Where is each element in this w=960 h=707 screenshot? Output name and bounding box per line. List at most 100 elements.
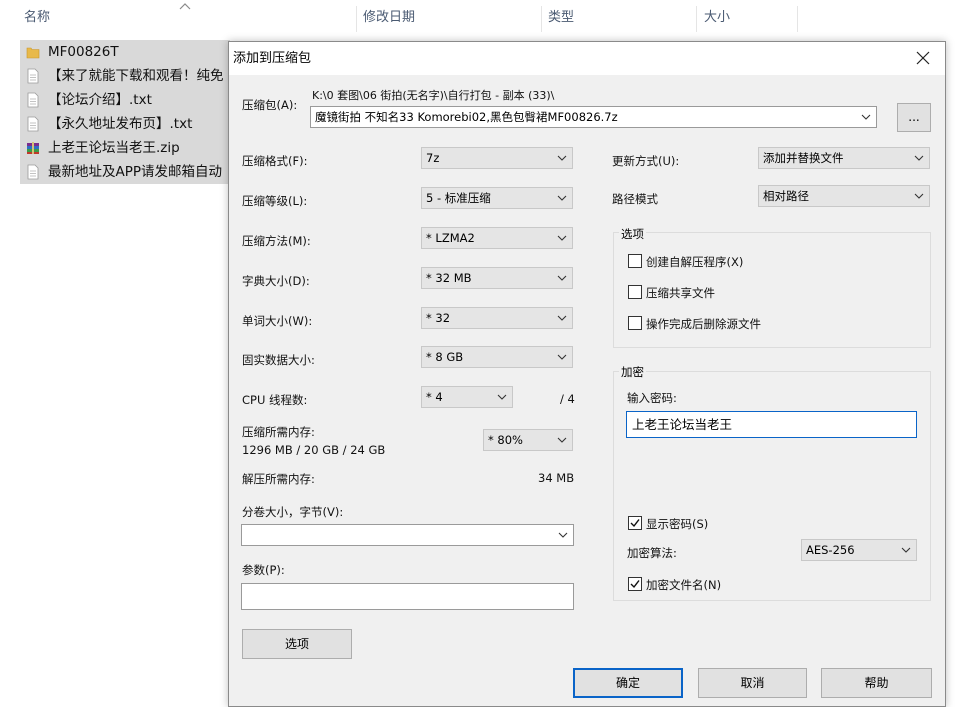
column-modified[interactable]: 修改日期 bbox=[357, 0, 415, 36]
update-mode-value: 添加并替换文件 bbox=[763, 151, 844, 165]
chevron-down-icon bbox=[914, 193, 924, 199]
file-name: 最新地址及APP请发邮箱自动 bbox=[48, 164, 223, 180]
method-value: * LZMA2 bbox=[426, 231, 475, 245]
dictionary-value: * 32 MB bbox=[426, 271, 472, 285]
file-row[interactable]: 最新地址及APP请发邮箱自动 bbox=[20, 160, 230, 184]
add-to-archive-dialog: 添加到压缩包 压缩包(A): K:\0 套图\06 街拍(无名字)\自行打包 -… bbox=[228, 41, 946, 707]
chevron-down-icon bbox=[557, 437, 567, 443]
password-label: 输入密码: bbox=[627, 391, 677, 405]
path-mode-value: 相对路径 bbox=[763, 189, 809, 203]
file-row[interactable]: MF00826T bbox=[20, 40, 230, 64]
cpu-threads-label: CPU 线程数: bbox=[242, 393, 308, 407]
chevron-down-icon bbox=[861, 114, 871, 120]
archive-path: K:\0 套图\06 街拍(无名字)\自行打包 - 副本 (33)\ bbox=[312, 89, 555, 102]
column-name[interactable]: 名称 bbox=[18, 0, 50, 36]
path-mode-combo[interactable]: 相对路径 bbox=[758, 185, 930, 207]
format-label: 压缩格式(F): bbox=[242, 154, 308, 168]
zip-archive-icon bbox=[27, 142, 39, 154]
archive-name-combo[interactable]: 魔镜街拍 不知名33 Komorebi02,黑色包臀裙MF00826.7z bbox=[310, 106, 877, 128]
text-file-icon bbox=[27, 68, 39, 84]
checkmark-icon bbox=[630, 519, 640, 528]
checkmark-icon bbox=[630, 580, 640, 589]
encryption-method-combo[interactable]: AES-256 bbox=[801, 539, 917, 561]
chevron-down-icon bbox=[557, 354, 567, 360]
show-password-label[interactable]: 显示密码(S) bbox=[646, 516, 708, 532]
close-button[interactable] bbox=[901, 42, 945, 75]
cpu-threads-combo[interactable]: * 4 bbox=[421, 386, 513, 408]
level-label: 压缩等级(L): bbox=[242, 194, 308, 208]
chevron-down-icon bbox=[557, 155, 567, 161]
encrypt-filenames-checkbox[interactable] bbox=[628, 577, 642, 591]
memory-label: 压缩所需内存: bbox=[242, 425, 315, 439]
chevron-down-icon bbox=[557, 195, 567, 201]
create-sfx-label[interactable]: 创建自解压程序(X) bbox=[646, 254, 743, 270]
column-size[interactable]: 大小 bbox=[698, 0, 730, 36]
solid-block-label: 固实数据大小: bbox=[242, 353, 315, 367]
memory-percent-combo[interactable]: * 80% bbox=[483, 429, 573, 451]
compress-shared-label[interactable]: 压缩共享文件 bbox=[646, 285, 715, 301]
chevron-down-icon bbox=[557, 275, 567, 281]
dictionary-combo[interactable]: * 32 MB bbox=[421, 267, 573, 289]
memory-percent-value: * 80% bbox=[488, 433, 523, 447]
file-name: 【论坛介绍】.txt bbox=[48, 92, 152, 108]
word-size-label: 单词大小(W): bbox=[242, 314, 313, 328]
word-size-value: * 32 bbox=[426, 311, 451, 325]
decompress-memory-label: 解压所需内存: bbox=[242, 472, 315, 486]
level-combo[interactable]: 5 - 标准压缩 bbox=[421, 187, 573, 209]
split-size-label: 分卷大小，字节(V): bbox=[242, 505, 344, 519]
format-combo[interactable]: 7z bbox=[421, 147, 573, 169]
file-row[interactable]: 【永久地址发布页】.txt bbox=[20, 112, 230, 136]
level-value: 5 - 标准压缩 bbox=[426, 191, 491, 205]
options-button[interactable]: 选项 bbox=[242, 629, 352, 659]
file-row[interactable]: 上老王论坛当老王.zip bbox=[20, 136, 230, 160]
split-size-combo[interactable] bbox=[241, 524, 574, 546]
archive-label: 压缩包(A): bbox=[242, 98, 298, 112]
delete-after-checkbox[interactable] bbox=[628, 316, 642, 330]
memory-value: 1296 MB / 20 GB / 24 GB bbox=[242, 443, 386, 457]
method-combo[interactable]: * LZMA2 bbox=[421, 227, 573, 249]
options-group-title: 选项 bbox=[619, 226, 646, 242]
dictionary-label: 字典大小(D): bbox=[242, 274, 310, 288]
dialog-titlebar[interactable]: 添加到压缩包 bbox=[229, 42, 945, 75]
text-file-icon bbox=[27, 164, 39, 180]
file-row[interactable]: 【来了就能下载和观看！纯免 bbox=[20, 64, 230, 88]
help-button[interactable]: 帮助 bbox=[821, 668, 932, 698]
encryption-method-value: AES-256 bbox=[806, 543, 855, 557]
column-type[interactable]: 类型 bbox=[542, 0, 574, 36]
password-input[interactable]: 上老王论坛当老王 bbox=[626, 411, 917, 438]
show-password-checkbox[interactable] bbox=[628, 516, 642, 530]
chevron-down-icon bbox=[557, 235, 567, 241]
chevron-down-icon bbox=[497, 394, 507, 400]
parameters-input[interactable] bbox=[241, 583, 574, 610]
column-divider[interactable] bbox=[696, 6, 697, 32]
file-name: 上老王论坛当老王.zip bbox=[48, 140, 180, 156]
chevron-down-icon bbox=[914, 155, 924, 161]
column-header-bar: 名称 修改日期 类型 大小 bbox=[0, 0, 960, 36]
file-row[interactable]: 【论坛介绍】.txt bbox=[20, 88, 230, 112]
password-value: 上老王论坛当老王 bbox=[632, 417, 733, 432]
close-icon bbox=[916, 51, 930, 65]
solid-block-value: * 8 GB bbox=[426, 350, 464, 364]
encrypt-filenames-label[interactable]: 加密文件名(N) bbox=[646, 577, 721, 593]
encryption-method-label: 加密算法: bbox=[627, 546, 677, 560]
chevron-down-icon bbox=[558, 532, 568, 538]
decompress-memory-value: 34 MB bbox=[538, 471, 575, 485]
solid-block-combo[interactable]: * 8 GB bbox=[421, 346, 573, 368]
chevron-down-icon bbox=[557, 315, 567, 321]
create-sfx-checkbox[interactable] bbox=[628, 254, 642, 268]
parameters-label: 参数(P): bbox=[242, 563, 285, 577]
update-mode-combo[interactable]: 添加并替换文件 bbox=[758, 147, 930, 169]
method-label: 压缩方法(M): bbox=[242, 234, 311, 248]
compress-shared-checkbox[interactable] bbox=[628, 285, 642, 299]
cpu-threads-value: * 4 bbox=[426, 390, 443, 404]
chevron-down-icon bbox=[901, 547, 911, 553]
browse-button[interactable]: ... bbox=[897, 103, 931, 132]
encryption-group-title: 加密 bbox=[619, 364, 646, 380]
file-name: 【来了就能下载和观看！纯免 bbox=[48, 68, 224, 84]
column-divider[interactable] bbox=[797, 6, 798, 32]
text-file-icon bbox=[27, 92, 39, 108]
delete-after-label[interactable]: 操作完成后删除源文件 bbox=[646, 316, 761, 332]
ok-button[interactable]: 确定 bbox=[573, 668, 683, 698]
word-size-combo[interactable]: * 32 bbox=[421, 307, 573, 329]
cancel-button[interactable]: 取消 bbox=[698, 668, 807, 698]
